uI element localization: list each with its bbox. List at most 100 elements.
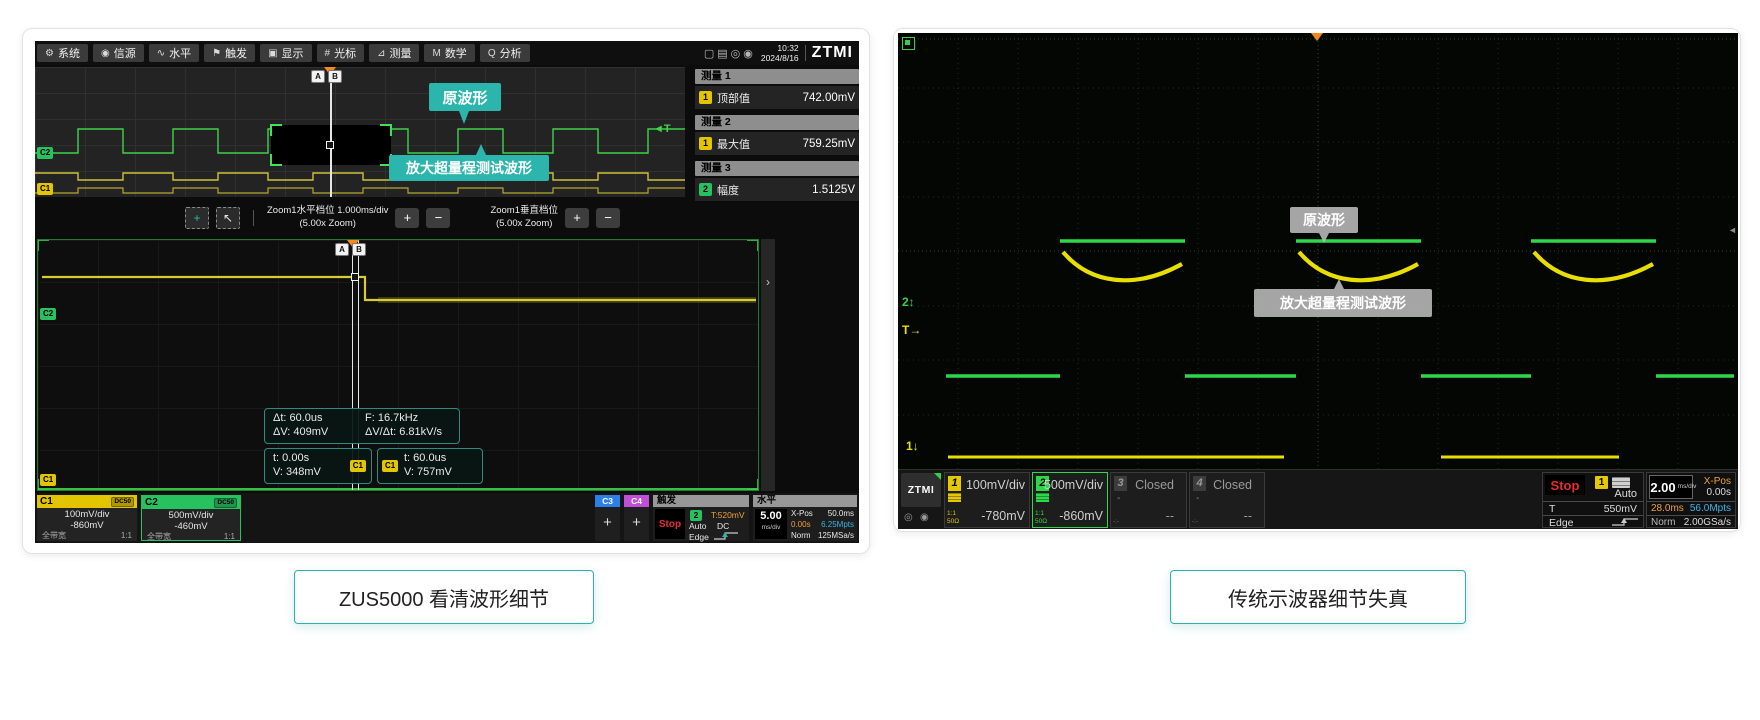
- ch3-badge: 3: [1114, 476, 1127, 491]
- cursor-b-badge[interactable]: B: [328, 70, 342, 83]
- menu-trigger[interactable]: ⚑触发: [204, 44, 255, 62]
- ch1-scale: 100mV/div: [37, 509, 137, 520]
- cursor-a-badge[interactable]: A: [335, 243, 349, 256]
- ch1-impedance: 50Ω: [947, 518, 959, 525]
- trigger-level-marker[interactable]: T→: [902, 323, 921, 337]
- horizontal-box[interactable]: 水平 5.00 ms/div X-Pos 50.0ms 0.00s 6.25Mp…: [753, 495, 857, 541]
- zoom-v-minus-button[interactable]: −: [596, 208, 620, 228]
- channel2-box[interactable]: 2 1:150Ω 500mV/div -860mV: [1032, 472, 1108, 528]
- snapshot-icon[interactable]: ◎: [904, 512, 913, 523]
- callout-zoomed-waveform: 放大超量程测试波形: [389, 155, 549, 181]
- side-arrow-icon[interactable]: ◄: [1728, 225, 1737, 235]
- delay-value: 0.00s: [791, 520, 811, 529]
- ch1-marker[interactable]: C1: [40, 474, 56, 486]
- zoom-region-handle[interactable]: [326, 141, 334, 149]
- menu-analyze[interactable]: Q分析: [480, 44, 530, 62]
- ch2-marker[interactable]: C2: [40, 308, 56, 320]
- wave-icon: ∿: [157, 48, 165, 59]
- trigger-title: 触发: [653, 495, 749, 507]
- trigger-position-icon[interactable]: [1311, 33, 1323, 41]
- ch1-coupling-icon: [948, 493, 961, 502]
- zoom-v-plus-button[interactable]: +: [565, 208, 589, 228]
- storage-icon[interactable]: ▤: [717, 47, 727, 60]
- traces: [898, 33, 1738, 469]
- timebase-chip: 2.00 ms/div: [1649, 475, 1693, 499]
- bottom-status-bar: ZTMI ◎ ◉ 1 1:150Ω 100mV/div -780mV 2 1:1…: [898, 469, 1738, 529]
- channel2-box[interactable]: C2DC50 500mV/div -460mV 全带宽1:1: [141, 495, 241, 541]
- date-text: 2024/8/16: [761, 53, 799, 63]
- channel3-box[interactable]: C3 +: [595, 495, 620, 541]
- channel1-box[interactable]: 1 1:150Ω 100mV/div -780mV: [944, 472, 1030, 528]
- trigger-menu-icon: [1612, 477, 1630, 488]
- ch1-position-marker[interactable]: 1↓: [906, 439, 919, 453]
- menu-display[interactable]: ▣显示: [260, 44, 311, 62]
- measurement-row[interactable]: 2 幅度 1.5125V: [695, 178, 859, 201]
- channel4-box[interactable]: 4 - -:- Closed --: [1189, 472, 1265, 528]
- ch2-marker[interactable]: C2: [37, 147, 53, 159]
- xpos-value: 50.0ms: [828, 509, 854, 518]
- acq-mode: Norm: [791, 531, 811, 540]
- zoom-vertical-readout: Zoom1垂直档位 (5.00x Zoom): [490, 205, 558, 231]
- menu-measure[interactable]: ⊿测量: [369, 44, 419, 62]
- ch2-name: C2: [145, 497, 158, 508]
- ch2-coupling: DC50: [214, 498, 237, 508]
- trigger-coupling: DC: [717, 521, 729, 531]
- cursor-line[interactable]: [330, 67, 332, 197]
- select-icon: ↖: [223, 211, 233, 225]
- timebase-box[interactable]: 2.00 ms/div X-Pos 0.00s 28.0ms 56.0Mpts …: [1646, 472, 1736, 528]
- measurement-row[interactable]: 1 顶部值 742.00mV: [695, 86, 859, 109]
- network-icon[interactable]: ◎: [731, 47, 741, 60]
- ch4-offset: --: [1244, 509, 1252, 523]
- trigger-box[interactable]: 触发 Stop 2 Auto Edge T:520mV DC: [653, 495, 749, 541]
- menu-source[interactable]: ◉信源: [93, 44, 144, 62]
- channel4-box[interactable]: C4 +: [624, 495, 649, 541]
- delay-value: 28.0ms: [1651, 503, 1684, 514]
- menu-cursor[interactable]: #光标: [317, 44, 365, 62]
- trigger-level-marker[interactable]: ◄T: [653, 123, 671, 135]
- ch1-probe: 1:1: [947, 510, 959, 517]
- zoom-h-minus-button[interactable]: −: [426, 208, 450, 228]
- trigger-box[interactable]: Stop 1 Auto T 550mV Edge: [1542, 472, 1644, 528]
- ch1-marker[interactable]: C1: [37, 183, 53, 195]
- menu-math[interactable]: M数学: [424, 44, 474, 62]
- cursor-handle[interactable]: [351, 273, 359, 281]
- menu-system[interactable]: ⚙系统: [37, 44, 88, 62]
- timebase-unit: ms/div: [755, 524, 787, 531]
- screen-icon[interactable]: ▢: [704, 47, 714, 60]
- ch4-badge: 4: [1193, 476, 1206, 491]
- delta-t: Δt: 60.0us: [273, 412, 365, 424]
- cursor-a-badge[interactable]: A: [311, 70, 325, 83]
- select-tool-button[interactable]: ↖: [216, 207, 240, 229]
- side-panel-strip[interactable]: ›: [761, 239, 775, 491]
- zus5000-card: ⚙系统 ◉信源 ∿水平 ⚑触发 ▣显示 #光标 ⊿测量 M数学 Q分析 ▢ ▤ …: [22, 28, 870, 554]
- channel1-box[interactable]: C1DC50 100mV/div -860mV 全带宽1:1: [37, 495, 137, 541]
- ch3-name: C3: [595, 495, 620, 507]
- display-icon: ▣: [268, 48, 277, 59]
- ch1-offset: -780mV: [981, 509, 1025, 523]
- overview-waveform-area: A B 原波形 放大超量程测试波形 ◄T C2 C1: [35, 67, 685, 197]
- pan-tool-button[interactable]: +: [185, 207, 209, 229]
- memory-depth: 6.25Mpts: [821, 520, 854, 529]
- zoom-h-plus-button[interactable]: +: [395, 208, 419, 228]
- zoom-v-factor: (5.00x Zoom): [490, 218, 558, 231]
- measurement-row[interactable]: 1 最大值 759.25mV: [695, 132, 859, 155]
- ch2-position-marker[interactable]: 2↕: [902, 295, 915, 309]
- callout-arrow: [459, 111, 469, 124]
- sample-rate: 2.00GSa/s: [1684, 517, 1731, 528]
- trigger-type: Edge: [1549, 517, 1574, 529]
- ch3-probe: -:-: [1113, 518, 1119, 525]
- channel3-box[interactable]: 3 - -:- Closed --: [1110, 472, 1187, 528]
- ch2-bandwidth: 全带宽: [147, 532, 171, 542]
- traditional-scope-screenshot: 2↕ T→ 1↓ ◄ 原波形 放大超量程测试波形 ZTMI ◎ ◉ 1: [898, 33, 1738, 529]
- ch3-add-button[interactable]: +: [595, 507, 620, 539]
- touch-icon[interactable]: ◉: [920, 512, 929, 523]
- menu-horizontal[interactable]: ∿水平: [149, 44, 199, 62]
- ch4-add-button[interactable]: +: [624, 507, 649, 539]
- cursor-b-badge[interactable]: B: [352, 243, 366, 256]
- trigger-level: T:520mV: [711, 510, 745, 520]
- ch3-state: Closed: [1135, 478, 1174, 492]
- callout-zoomed-waveform: 放大超量程测试波形: [1254, 289, 1432, 317]
- ch1-badge: 1: [948, 476, 961, 491]
- pan-icon: +: [193, 211, 200, 225]
- touch-icon[interactable]: ◉: [743, 47, 753, 60]
